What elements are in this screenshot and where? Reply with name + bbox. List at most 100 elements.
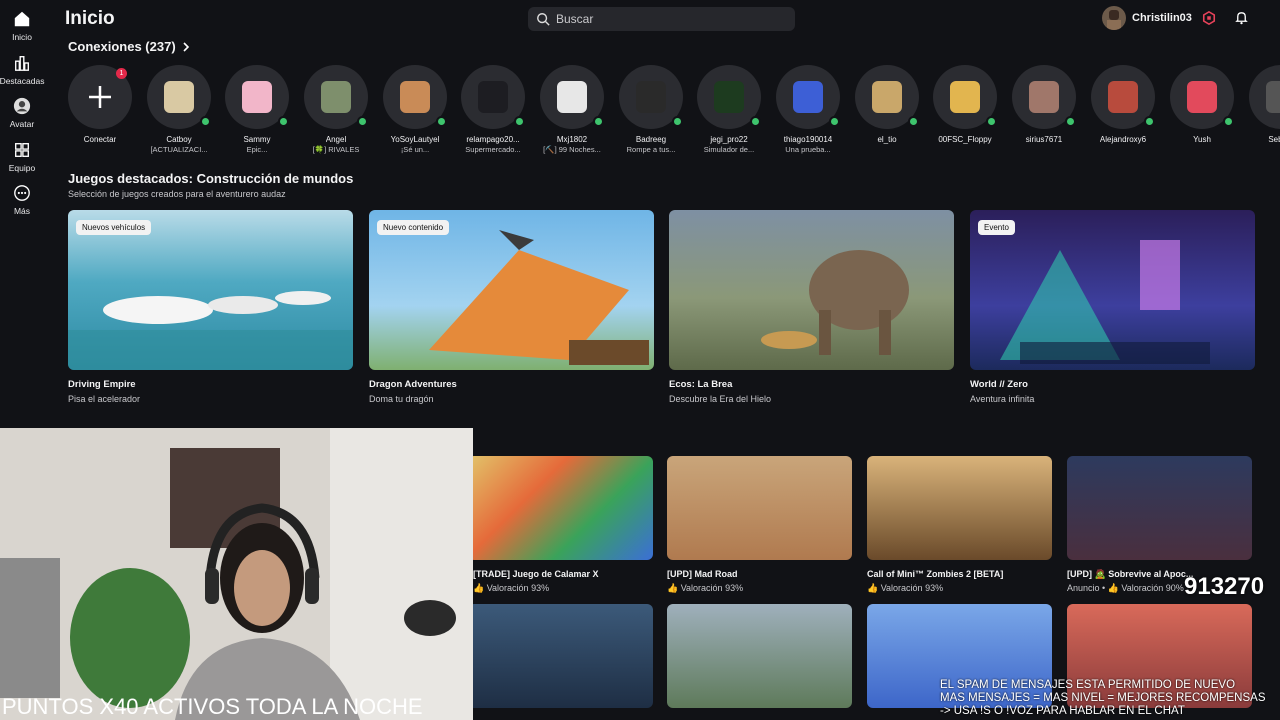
connections-header[interactable]: Conexiones (237) [68,39,190,54]
friend-status: Simulador de... [703,145,755,154]
friend-item[interactable]: 00FSC_Floppy [926,65,1004,145]
webcam-overlay [0,428,473,720]
sidebar-item-label: Equipo [8,163,36,173]
friend-item[interactable]: Alejandroxy6 [1084,65,1162,145]
game-card[interactable] [468,604,653,708]
friend-item[interactable]: relampago20... Supermercado... [454,65,532,154]
online-indicator [829,116,840,127]
friend-item[interactable]: Catboy [ACTUALIZACI... [140,65,218,154]
friend-name: Badreeg [635,135,667,144]
friend-avatar [1170,65,1234,129]
friend-name: Sammy [243,135,271,144]
friend-avatar [933,65,997,129]
featured-desc: Descubre la Era del Hielo [669,394,772,404]
search-bar[interactable] [528,7,795,31]
sidebar-item-label: Destacadas [0,76,45,86]
friend-name: Seba... [1268,135,1280,144]
avatar-head [1266,81,1280,113]
friend-avatar [304,65,368,129]
notification-badge: 1 [116,68,127,79]
page-title: Inicio [65,8,115,29]
avatar-head [950,81,980,113]
sidebar-item-inicio[interactable]: Inicio [0,10,44,42]
featured-desc: Pisa el acelerador [68,394,141,404]
friend-item[interactable]: jegi_pro22 Simulador de... [690,65,768,154]
online-indicator [278,116,289,127]
friend-status: Epic... [246,145,268,154]
sidebar-item-mas[interactable]: Más [0,184,44,216]
game-card[interactable] [667,604,852,708]
sidebar-item-label: Más [13,206,31,216]
friend-item[interactable]: sirius7671 [1005,65,1083,145]
game-name[interactable]: [UPD] 🧟 Sobrevive al Apoc... [1067,569,1193,580]
avatar-head [557,81,587,113]
featured-tag: Nuevos vehículos [76,220,152,235]
game-card[interactable] [667,456,852,560]
featured-subtitle: Selección de juegos creados para el aven… [68,189,286,199]
avatar-head [714,81,744,113]
featured-card-driving-empire[interactable]: Nuevos vehículos [68,210,353,370]
featured-card-world-zero[interactable]: Evento [970,210,1255,370]
featured-card-dragon-adventures[interactable]: Nuevo contenido [369,210,654,370]
search-icon [537,13,550,26]
game-name[interactable]: [TRADE] Juego de Calamar X [473,569,599,579]
robux-icon[interactable] [1202,11,1216,25]
sidebar-item-equipo[interactable]: Equipo [0,141,44,173]
featured-tag: Nuevo contenido [377,220,450,235]
featured-name[interactable]: World // Zero [970,379,1028,390]
friend-avatar [461,65,525,129]
friend-name: Angel [325,135,347,144]
sidebar-item-destacadas[interactable]: Destacadas [0,54,44,86]
friend-name: YoSoyLautyel [390,135,440,144]
online-indicator [908,116,919,127]
more-icon [14,185,30,201]
friend-status: [ACTUALIZACI... [150,145,208,154]
online-indicator [1144,116,1155,127]
friend-item[interactable]: Seba... [1242,65,1280,145]
online-indicator [200,116,211,127]
chat-rule-line: -> USA !S O !VOZ PARA HABLAR EN EL CHAT [940,705,1185,717]
game-name[interactable]: [UPD] Mad Road [667,569,738,579]
friend-item[interactable]: Angel [🍀] RIVALES [297,65,375,154]
connect-button[interactable]: 1 Conectar [61,65,139,144]
avatar-head [321,81,351,113]
friend-item[interactable]: YoSoyLautyel ¡Sé un... [376,65,454,154]
home-icon [14,11,30,27]
friend-avatar [619,65,683,129]
friend-item[interactable]: el_tio [848,65,926,145]
online-indicator [436,116,447,127]
friend-item[interactable]: Yush [1163,65,1241,145]
bell-icon[interactable] [1234,10,1249,25]
sidebar-item-avatar[interactable]: Avatar [0,97,44,129]
friend-name: jegi_pro22 [710,135,748,144]
avatar-head [164,81,194,113]
friend-avatar [147,65,211,129]
game-card[interactable] [867,456,1052,560]
featured-card-ecos-la-brea[interactable] [669,210,954,370]
friend-avatar [776,65,840,129]
game-card[interactable] [468,456,653,560]
friend-avatar [225,65,289,129]
chevron-right-icon [183,41,189,52]
featured-name[interactable]: Dragon Adventures [369,379,457,390]
featured-name[interactable]: Ecos: La Brea [669,379,732,390]
game-rating: Anuncio • 👍 Valoración 90% [1067,583,1184,593]
friend-name: 00FSC_Floppy [938,135,992,144]
featured-name[interactable]: Driving Empire [68,379,136,390]
online-indicator [514,116,525,127]
friend-avatar [383,65,447,129]
search-input[interactable] [556,12,776,26]
friend-item[interactable]: Badreeg Rompe a tus... [612,65,690,154]
game-name[interactable]: Call of Mini™ Zombies 2 [BETA] [867,569,1003,579]
friend-item[interactable]: thiago190014 Una prueba... [769,65,847,154]
user-avatar[interactable] [1102,6,1126,30]
username[interactable]: Christilin03 [1132,12,1192,24]
friend-item[interactable]: Mxj1802 [⛏️] 99 Noches... [533,65,611,154]
friend-item[interactable]: Sammy Epic... [218,65,296,154]
plus-icon [89,86,111,108]
chart-icon [15,56,29,71]
featured-title: Juegos destacados: Construcción de mundo… [68,171,354,186]
featured-desc: Doma tu dragón [369,394,434,404]
game-card[interactable] [1067,456,1252,560]
game-rating: 👍 Valoración 93% [473,583,550,593]
